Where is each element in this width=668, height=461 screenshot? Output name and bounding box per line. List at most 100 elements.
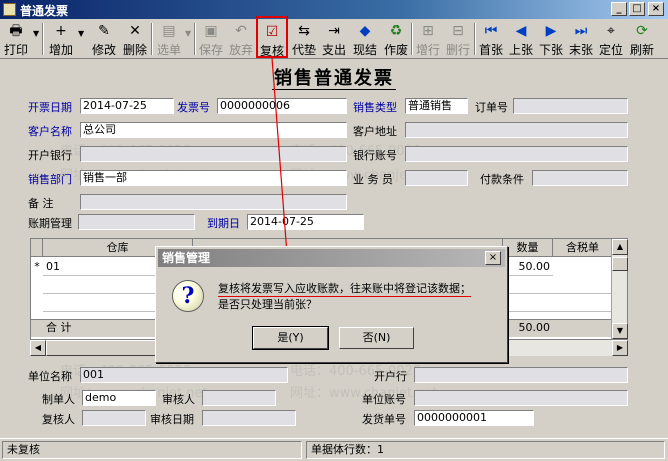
toolbar: 🖶 打印 ▼ + 增加 ▼ ✎ 修改 ✕ 删除 ▤ 选单 ▼ ▣ 保存 ↶ 放弃 ☑ 复核 ⇆ 代… (0, 16, 668, 59)
grid-vertical-scrollbar[interactable]: ▲ ▼ (611, 239, 628, 339)
checker-field[interactable] (82, 410, 146, 426)
department-field[interactable]: 销售一部 (80, 170, 347, 186)
aging-label: 账期管理 (28, 217, 72, 230)
order-no-label: 订单号 (475, 101, 508, 114)
sales-type-label: 销售类型 (353, 101, 397, 114)
close-button[interactable]: × (648, 2, 664, 16)
prev-record-button[interactable]: ◀ 上张 (507, 21, 535, 57)
edit-icon: ✎ (98, 23, 110, 39)
last-icon: ⏭ (574, 23, 588, 39)
unit-name-field[interactable]: 001 (80, 367, 288, 383)
grid-total-label: 合 计 (46, 321, 72, 334)
bank-account-label: 银行账号 (353, 149, 397, 162)
recycle-icon: ♻ (389, 23, 403, 39)
add-row-button[interactable]: ⊞ 增行 (414, 21, 442, 57)
delete-button[interactable]: ✕ 删除 (121, 21, 149, 57)
ship-no-field[interactable]: 0000000001 (414, 410, 534, 426)
payment-terms-field[interactable] (532, 170, 628, 186)
unit-account-field[interactable] (414, 390, 628, 406)
print-dropdown-icon[interactable]: ▼ (33, 29, 39, 38)
invoice-no-field[interactable]: 0000000006 (217, 98, 347, 114)
next-record-button[interactable]: ▶ 下张 (537, 21, 565, 57)
delete-row-button[interactable]: ⊟ 删行 (444, 21, 472, 57)
question-icon: ? (172, 280, 204, 312)
add-icon: + (55, 23, 67, 39)
customer-label: 客户名称 (28, 125, 72, 138)
select-order-button[interactable]: ▤ 选单 (154, 21, 184, 57)
expense-icon: ⇥ (328, 23, 340, 39)
maximize-button[interactable]: □ (629, 2, 645, 16)
no-button[interactable]: 否(N) (339, 327, 414, 349)
open-bank-field[interactable] (414, 367, 628, 383)
select-order-icon: ▤ (162, 23, 176, 39)
cash-settle-button[interactable]: ◆ 现结 (350, 21, 380, 57)
save-button[interactable]: ▣ 保存 (197, 21, 225, 57)
invoice-date-field[interactable]: 2014-07-25 (80, 98, 174, 114)
locate-button[interactable]: ⌖ 定位 (597, 21, 625, 57)
cash-settle-icon: ◆ (359, 23, 371, 39)
discard-button[interactable]: ↶ 放弃 (227, 21, 255, 57)
scroll-down-icon[interactable]: ▼ (612, 323, 628, 339)
void-button[interactable]: ♻ 作废 (382, 21, 410, 57)
grid-header-qty[interactable]: 数量 (503, 239, 553, 257)
undo-icon: ↶ (235, 23, 247, 39)
dialog-close-button[interactable]: × (485, 251, 501, 265)
refresh-button[interactable]: ⟳ 刷新 (627, 21, 657, 57)
reviewer-label: 审核人 (162, 393, 195, 406)
bank-account-field[interactable] (405, 146, 628, 162)
customer-field[interactable]: 总公司 (80, 122, 347, 138)
locate-icon: ⌖ (607, 23, 615, 39)
open-bank-label: 开户行 (374, 370, 407, 383)
order-no-field[interactable] (513, 98, 628, 114)
review-button[interactable]: ☑ 复核 (256, 16, 288, 58)
scroll-left-icon[interactable]: ◀ (30, 340, 46, 356)
dialog-message: 复核将发票写入应收账款，往来账中将登记该数据； 是否只处理当前张？ (218, 281, 471, 312)
department-label: 销售部门 (28, 173, 72, 186)
add-dropdown-icon[interactable]: ▼ (78, 29, 84, 38)
payment-terms-label: 付款条件 (480, 173, 524, 186)
scroll-thumb[interactable] (612, 257, 628, 271)
grid-cell-qty[interactable]: 50.00 (503, 258, 553, 276)
maker-field[interactable]: demo (82, 390, 156, 406)
minimize-button[interactable]: _ (611, 2, 627, 16)
review-date-field[interactable] (202, 410, 296, 426)
reviewer-field[interactable] (202, 390, 276, 406)
due-date-field[interactable]: 2014-07-25 (247, 214, 364, 230)
print-button[interactable]: 🖶 打印 (1, 21, 31, 57)
status-row-count: 单据体行数：1 (306, 441, 665, 459)
note-field[interactable] (80, 194, 347, 210)
add-button[interactable]: + 增加 (46, 21, 76, 57)
advance-pay-button[interactable]: ⇆ 代垫 (290, 21, 318, 57)
confirm-dialog: 销售管理 × ? 复核将发票写入应收账款，往来账中将登记该数据； 是否只处理当前… (155, 246, 508, 363)
yes-button[interactable]: 是(Y) (252, 326, 329, 350)
grid-header-tax-price[interactable]: 含税单 (553, 239, 613, 257)
window-title: 普通发票 (20, 4, 69, 18)
bank-label: 开户银行 (28, 149, 72, 162)
prev-icon: ◀ (515, 23, 527, 39)
add-row-icon: ⊞ (422, 23, 434, 39)
edit-button[interactable]: ✎ 修改 (90, 21, 118, 57)
aging-field[interactable] (78, 214, 195, 230)
first-record-button[interactable]: ⏮ 首张 (477, 21, 505, 57)
bank-field[interactable] (80, 146, 347, 162)
form-heading: 销售普通发票 (272, 68, 396, 90)
save-icon: ▣ (204, 23, 218, 39)
invoice-no-label: 发票号 (177, 101, 210, 114)
last-record-button[interactable]: ⏭ 末张 (567, 21, 595, 57)
advance-pay-icon: ⇆ (298, 23, 310, 39)
sales-type-field[interactable]: 普通销售 (405, 98, 468, 114)
customer-address-label: 客户地址 (353, 125, 397, 138)
invoice-date-label: 开票日期 (28, 101, 72, 114)
scroll-up-icon[interactable]: ▲ (612, 239, 628, 255)
dialog-message-line1: 复核将发票写入应收账款，往来账中将登记该数据； (218, 282, 471, 297)
review-date-label: 审核日期 (150, 413, 194, 426)
salesman-field[interactable] (405, 170, 468, 186)
expense-button[interactable]: ⇥ 支出 (320, 21, 348, 57)
app-icon (3, 3, 16, 16)
delete-icon: ✕ (129, 23, 141, 39)
window-titlebar: 普通发票 _ □ × (0, 0, 668, 19)
scroll-right-icon[interactable]: ▶ (612, 340, 628, 356)
delete-row-icon: ⊟ (452, 23, 464, 39)
select-order-dropdown-icon[interactable]: ▼ (185, 29, 191, 38)
customer-address-field[interactable] (405, 122, 628, 138)
